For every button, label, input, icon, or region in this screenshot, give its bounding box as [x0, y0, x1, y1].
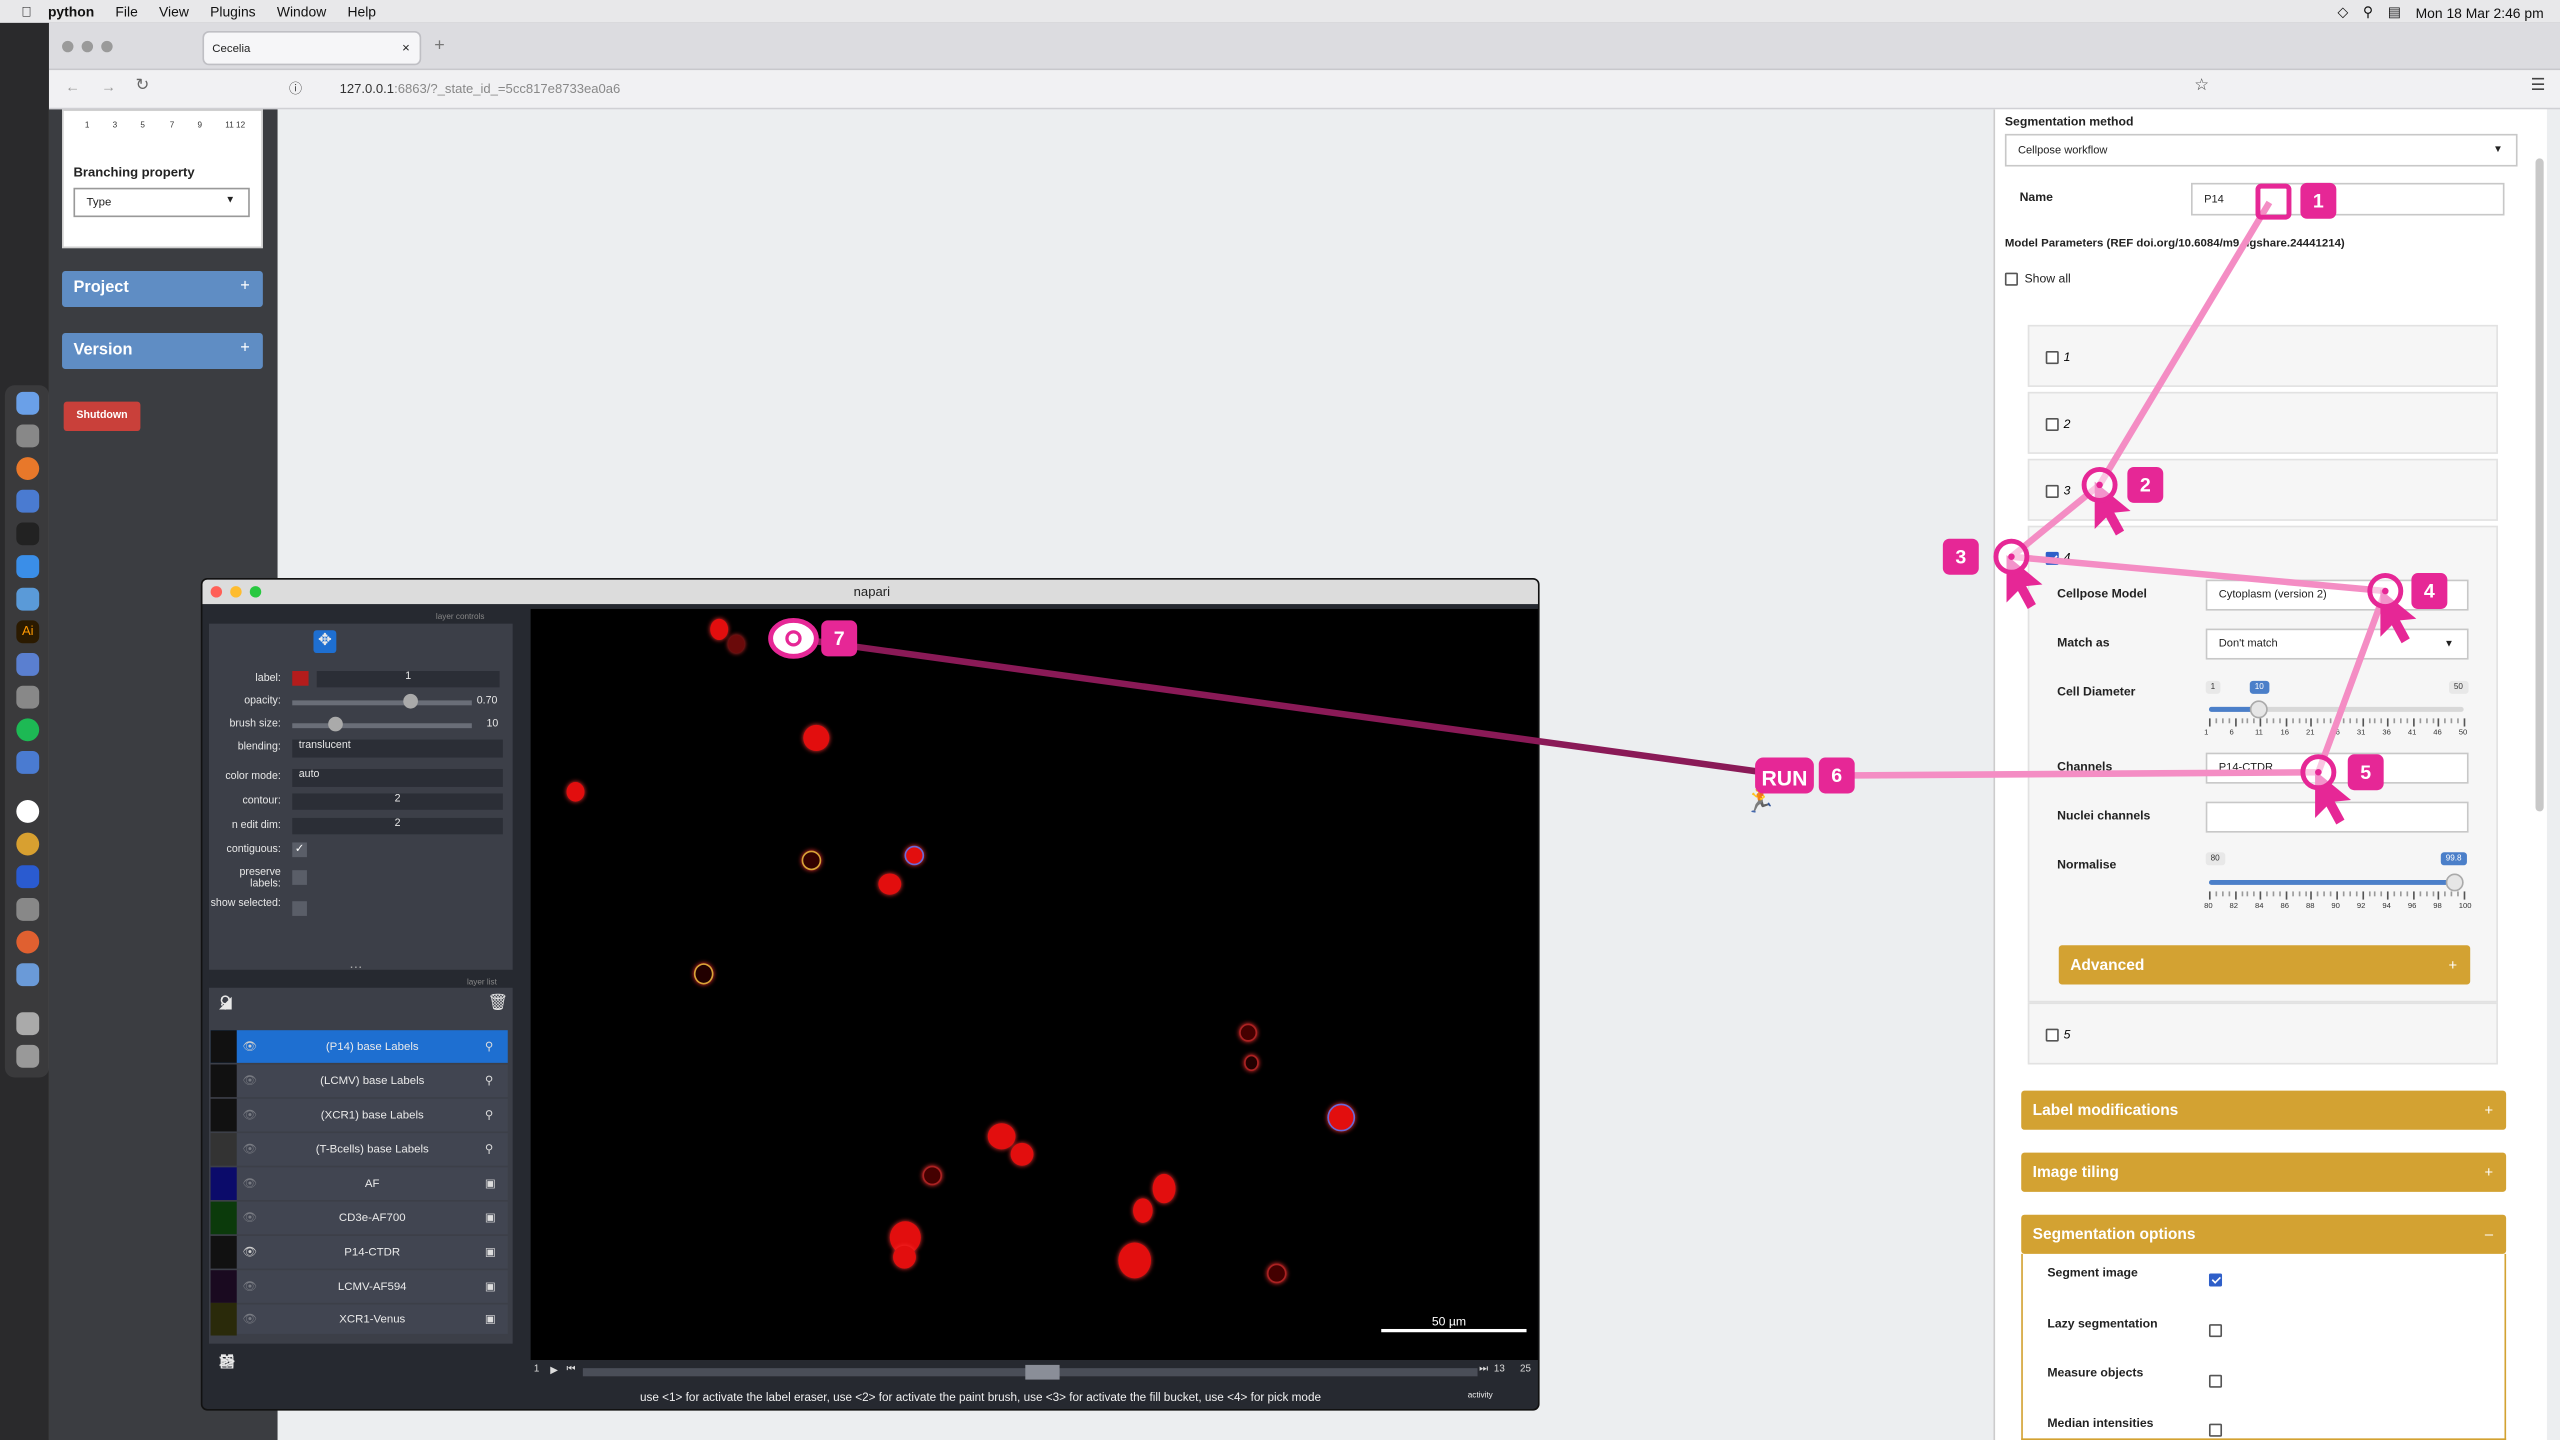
step-badge-2: 2	[2127, 466, 2164, 503]
run-badge-label: RUN	[1761, 767, 1807, 790]
step-badge-6: 6	[1818, 757, 1855, 794]
annotation-line	[2315, 589, 2389, 774]
click-marker-2	[2081, 466, 2118, 503]
annotation-line	[2096, 200, 2273, 487]
step-badge-5: 5	[2347, 754, 2384, 791]
annotation-overlay: 🏃 RUN	[768, 183, 2417, 825]
step-badge-7: 7	[821, 620, 858, 657]
screen:  python File View Plugins Window Help ◇…	[0, 0, 2560, 1440]
step-badge-4: 4	[2411, 573, 2448, 609]
click-marker-3	[1993, 538, 2030, 575]
click-marker-4	[2367, 573, 2404, 609]
annotation-line	[794, 635, 1764, 776]
annotation-line	[2011, 553, 2386, 595]
annotation-line	[1838, 768, 2319, 779]
target-marker-7	[768, 617, 819, 659]
click-marker-5	[2300, 754, 2337, 791]
step-badge-1: 1	[2300, 182, 2337, 219]
step-badge-3: 3	[1942, 538, 1979, 575]
